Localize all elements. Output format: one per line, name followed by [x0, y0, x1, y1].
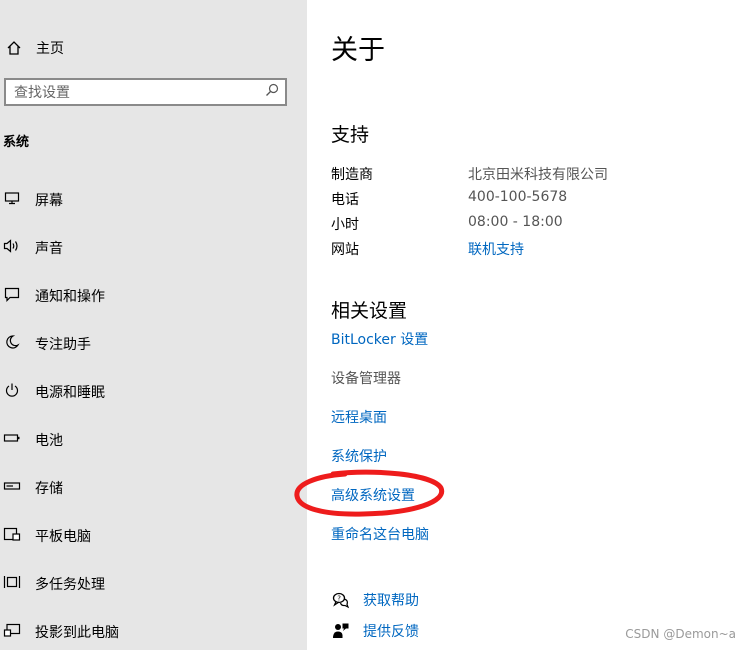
get-help-link[interactable]: 获取帮助: [363, 590, 419, 610]
nav-home-label: 主页: [36, 41, 64, 57]
feedback-row[interactable]: 提供反馈: [331, 621, 419, 641]
sidebar-item-label: 屏幕: [35, 193, 63, 209]
svg-text:?: ?: [337, 595, 341, 603]
support-heading: 支持: [331, 124, 370, 146]
speaker-icon: [0, 234, 24, 258]
power-icon: [0, 378, 24, 402]
support-info: 制造商 北京田米科技有限公司 电话 400-100-5678 小时 08:00 …: [331, 164, 731, 264]
watermark: CSDN @Demon~a: [625, 627, 736, 641]
sidebar-item-focus-assist[interactable]: 专注助手: [0, 327, 300, 375]
sidebar-item-multitasking[interactable]: 多任务处理: [0, 567, 300, 615]
info-row-hours: 小时 08:00 - 18:00: [331, 214, 731, 239]
sidebar-item-power[interactable]: 电源和睡眠: [0, 375, 300, 423]
section-title-system: 系统: [3, 135, 30, 150]
sidebar-item-label: 电池: [35, 433, 63, 449]
sidebar-item-project[interactable]: 投影到此电脑: [0, 615, 300, 663]
moon-icon: [0, 330, 24, 354]
notification-icon: [0, 282, 24, 306]
info-row-website: 网站 联机支持: [331, 239, 731, 264]
feedback-person-icon: [331, 621, 351, 641]
sidebar-item-label: 平板电脑: [35, 529, 91, 545]
get-help-row[interactable]: ? 获取帮助: [331, 590, 419, 610]
sidebar-item-battery[interactable]: 电池: [0, 423, 300, 471]
info-key: 网站: [331, 242, 359, 258]
multitask-icon: [0, 570, 24, 594]
home-icon: [2, 40, 26, 56]
info-row-manufacturer: 制造商 北京田米科技有限公司: [331, 164, 731, 189]
page-title: 关于: [331, 35, 385, 66]
red-circle-annotation: [294, 469, 445, 517]
search-icon[interactable]: [265, 83, 279, 101]
main-content: 关于 支持 制造商 北京田米科技有限公司 电话 400-100-5678 小时 …: [331, 0, 750, 650]
bitlocker-settings-link[interactable]: BitLocker 设置: [331, 329, 428, 349]
sidebar-item-label: 多任务处理: [35, 577, 105, 593]
project-icon: [0, 618, 24, 642]
sidebar-item-display[interactable]: 屏幕: [0, 183, 300, 231]
info-key: 小时: [331, 217, 359, 233]
sidebar-item-sound[interactable]: 声音: [0, 231, 300, 279]
sidebar: 主页 查找设置 系统 屏幕 声音 通知和操作 专注助手 电源和睡眠 电池 存储 …: [0, 0, 307, 650]
help-chat-icon: ?: [331, 590, 351, 610]
rename-pc-link[interactable]: 重命名这台电脑: [331, 524, 429, 544]
info-value: 08:00 - 18:00: [468, 214, 563, 230]
online-support-link[interactable]: 联机支持: [468, 239, 524, 259]
storage-icon: [0, 474, 24, 498]
sidebar-item-tablet[interactable]: 平板电脑: [0, 519, 300, 567]
sidebar-item-label: 电源和睡眠: [35, 385, 105, 401]
info-row-phone: 电话 400-100-5678: [331, 189, 731, 214]
system-protection-link[interactable]: 系统保护: [331, 446, 387, 466]
sidebar-item-label: 通知和操作: [35, 289, 105, 305]
sidebar-item-notifications[interactable]: 通知和操作: [0, 279, 300, 327]
tablet-icon: [0, 522, 24, 546]
sidebar-item-storage[interactable]: 存储: [0, 471, 300, 519]
info-key: 制造商: [331, 167, 373, 183]
monitor-icon: [0, 186, 24, 210]
search-input[interactable]: 查找设置: [4, 78, 287, 106]
info-key: 电话: [331, 192, 359, 208]
sidebar-item-label: 专注助手: [35, 337, 91, 353]
sidebar-item-label: 存储: [35, 481, 63, 497]
sidebar-item-label: 投影到此电脑: [35, 625, 119, 641]
battery-icon: [0, 426, 24, 450]
search-placeholder: 查找设置: [14, 85, 70, 101]
related-settings-heading: 相关设置: [331, 300, 408, 322]
remote-desktop-link[interactable]: 远程桌面: [331, 407, 387, 427]
info-value: 北京田米科技有限公司: [468, 167, 608, 183]
feedback-link[interactable]: 提供反馈: [363, 621, 419, 641]
sidebar-nav-list: 屏幕 声音 通知和操作 专注助手 电源和睡眠 电池 存储 平板电脑 多任务处理 …: [0, 183, 300, 663]
device-manager-link[interactable]: 设备管理器: [331, 368, 401, 388]
sidebar-item-label: 声音: [35, 241, 63, 257]
nav-home[interactable]: 主页: [0, 34, 300, 62]
info-value: 400-100-5678: [468, 189, 568, 205]
